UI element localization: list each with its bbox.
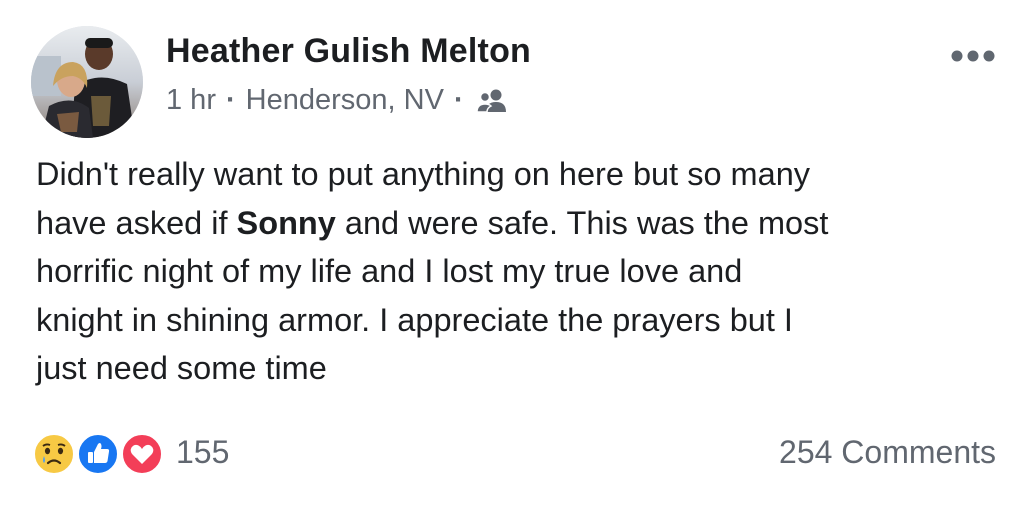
love-reaction-icon: [120, 432, 164, 476]
friends-icon[interactable]: [475, 88, 508, 114]
meta-separator: ·: [453, 84, 464, 116]
message-line: knight in shining armor. I appreciate th…: [36, 301, 793, 338]
avatar[interactable]: [31, 26, 143, 138]
post-meta: 1 hr · Henderson, NV ·: [166, 84, 508, 117]
message-line: just need some time: [36, 350, 327, 387]
meta-separator: ·: [225, 84, 236, 116]
message-line: have asked if Sonny and were safe. This …: [36, 199, 996, 248]
post-location[interactable]: Henderson, NV: [246, 84, 444, 117]
more-options-icon[interactable]: [950, 46, 996, 66]
comments-count-link[interactable]: 254 Comments: [779, 434, 996, 471]
post-footer: 155 254 Comments: [32, 430, 996, 478]
reaction-count[interactable]: 155: [176, 434, 229, 471]
message-line: horrific night of my life and I lost my …: [36, 253, 743, 290]
like-reaction-icon: [76, 432, 120, 476]
author-name[interactable]: Heather Gulish Melton: [166, 32, 531, 71]
message-text: have asked if: [36, 204, 237, 241]
post-time[interactable]: 1 hr: [166, 84, 216, 117]
message-text: and were safe. This was the most: [335, 204, 829, 241]
reactions-summary[interactable]: [32, 430, 172, 478]
message-line: Didn't really want to put anything on he…: [36, 156, 811, 192]
sad-reaction-icon: [32, 432, 76, 476]
profile-photo: [31, 26, 143, 138]
facebook-post: Heather Gulish Melton 1 hr · Henderson, …: [0, 0, 1024, 508]
tagged-name[interactable]: Sonny: [237, 205, 336, 241]
post-message: Didn't really want to put anything on he…: [36, 150, 996, 393]
